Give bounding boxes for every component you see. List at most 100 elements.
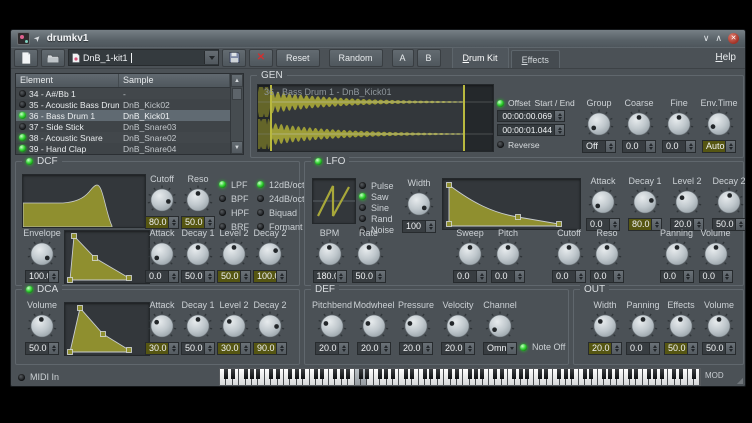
piano-key-black[interactable] xyxy=(455,369,459,379)
pitchbend-knob[interactable] xyxy=(317,311,347,341)
dca-led[interactable] xyxy=(26,286,33,293)
piano-key-black[interactable] xyxy=(480,369,484,379)
piano-key-black[interactable] xyxy=(365,369,369,379)
piano-key-black[interactable] xyxy=(660,369,664,379)
piano-key-black[interactable] xyxy=(564,369,568,379)
piano-key-black[interactable] xyxy=(301,369,305,379)
piano-key-black[interactable] xyxy=(589,369,593,379)
envelope-knob[interactable] xyxy=(27,239,57,269)
scroll-thumb[interactable] xyxy=(232,88,242,100)
piano-key-black[interactable] xyxy=(410,369,414,379)
env-time-knob[interactable] xyxy=(704,109,734,139)
radio-saw[interactable]: Saw xyxy=(359,191,394,202)
piano-key-black[interactable] xyxy=(634,369,638,379)
pitch-spinbox[interactable]: 0.0 xyxy=(491,270,525,283)
spin-buttons[interactable] xyxy=(168,271,178,282)
piano-key-black[interactable] xyxy=(314,369,318,379)
spin-buttons[interactable] xyxy=(240,271,250,282)
radio-hpf[interactable]: HPF xyxy=(219,207,249,218)
cutoff-spinbox[interactable]: 0.0 xyxy=(552,270,586,283)
element-list-scrollbar[interactable]: ▲ ▼ xyxy=(230,74,243,154)
volume-spinbox[interactable]: 50.0 xyxy=(702,342,736,355)
element-row[interactable]: 36 - Bass Drum 1DnB_Kick01 xyxy=(16,110,230,121)
piano-key-black[interactable] xyxy=(346,369,350,379)
bpm-spinbox[interactable]: 180.0 xyxy=(313,270,347,283)
delete-preset-button[interactable]: ✕ xyxy=(249,49,273,67)
scroll-down-icon[interactable]: ▼ xyxy=(231,141,243,154)
piano-key-black[interactable] xyxy=(333,369,337,379)
effects-spinbox[interactable]: 50.0 xyxy=(664,342,698,355)
spin-buttons[interactable] xyxy=(48,343,58,354)
level-2-spinbox[interactable]: 30.0 xyxy=(217,342,251,355)
spin-buttons[interactable] xyxy=(336,271,346,282)
spin-buttons[interactable] xyxy=(204,343,214,354)
piano-key-black[interactable] xyxy=(647,369,651,379)
rate-spinbox[interactable]: 50.0 xyxy=(352,270,386,283)
velocity-spinbox[interactable]: 20.0 xyxy=(441,342,475,355)
piano-key-black[interactable] xyxy=(500,369,504,379)
compare-a-button[interactable]: A xyxy=(392,49,414,67)
titlebar[interactable]: ➤ drumkv1 ∨ ∧ ✕ xyxy=(11,30,745,48)
piano-key-black[interactable] xyxy=(391,369,395,379)
spin-buttons[interactable] xyxy=(464,343,474,354)
spin-buttons[interactable] xyxy=(687,343,697,354)
close-button[interactable]: ✕ xyxy=(728,33,739,44)
piano-key-black[interactable] xyxy=(231,369,235,379)
spin-buttons[interactable] xyxy=(380,343,390,354)
spin-buttons[interactable] xyxy=(725,141,735,152)
piano-key-black[interactable] xyxy=(224,369,228,379)
reverse-checkbox[interactable] xyxy=(497,141,504,148)
piano-key-black[interactable] xyxy=(404,369,408,379)
modwheel-spinbox[interactable]: 20.0 xyxy=(357,342,391,355)
radio-pulse[interactable]: Pulse xyxy=(359,180,394,191)
effects-knob[interactable] xyxy=(666,311,696,341)
spin-buttons[interactable] xyxy=(605,141,615,152)
piano-key-black[interactable] xyxy=(583,369,587,379)
piano-key-black[interactable] xyxy=(244,369,248,379)
volume-knob[interactable] xyxy=(27,311,57,341)
radio-biquad[interactable]: Biquad xyxy=(257,207,305,218)
pressure-knob[interactable] xyxy=(401,311,431,341)
sweep-spinbox[interactable]: 0.0 xyxy=(453,270,487,283)
tab-drum-kit[interactable]: Drum Kit xyxy=(452,47,509,68)
piano-key-black[interactable] xyxy=(493,369,497,379)
attack-knob[interactable] xyxy=(588,187,618,217)
waveform-display[interactable]: 36 - Bass Drum 1 - DnB_Kick01 xyxy=(257,84,494,152)
panning-spinbox[interactable]: 0.0 xyxy=(660,270,694,283)
piano-key-black[interactable] xyxy=(602,369,606,379)
help-menu[interactable]: Help xyxy=(715,52,736,63)
piano-key-black[interactable] xyxy=(519,369,523,379)
level-2-knob[interactable] xyxy=(219,239,249,269)
piano-key-black[interactable] xyxy=(340,369,344,379)
level-2-knob[interactable] xyxy=(672,187,702,217)
spin-buttons[interactable] xyxy=(204,271,214,282)
panning-knob[interactable] xyxy=(628,311,658,341)
lfo-led[interactable] xyxy=(315,158,322,165)
random-button[interactable]: Random xyxy=(329,49,383,67)
spin-buttons[interactable] xyxy=(611,343,621,354)
spin-buttons[interactable] xyxy=(514,271,524,282)
velocity-knob[interactable] xyxy=(443,311,473,341)
piano-key-black[interactable] xyxy=(320,369,324,379)
piano-key-black[interactable] xyxy=(384,369,388,379)
width-spinbox[interactable]: 100 xyxy=(402,220,436,233)
element-row[interactable]: 39 - Hand ClapDnB_Snare04 xyxy=(16,143,230,154)
spin-buttons[interactable] xyxy=(685,141,695,152)
piano-key-black[interactable] xyxy=(570,369,574,379)
dca-envelope-display[interactable] xyxy=(64,302,150,356)
reso-knob[interactable] xyxy=(592,239,622,269)
dcf-led[interactable] xyxy=(26,158,33,165)
spin-buttons[interactable] xyxy=(422,343,432,354)
dcf-envelope-display[interactable] xyxy=(64,230,150,284)
volume-knob[interactable] xyxy=(704,311,734,341)
spin-buttons[interactable] xyxy=(683,271,693,282)
group-knob[interactable] xyxy=(584,109,614,139)
spin-buttons[interactable] xyxy=(649,343,659,354)
radio-24db-oct[interactable]: 24dB/oct xyxy=(257,193,305,204)
piano-key-black[interactable] xyxy=(672,369,676,379)
envelope-spinbox[interactable]: 100.0 xyxy=(25,270,59,283)
attack-spinbox[interactable]: 0.0 xyxy=(145,270,179,283)
open-preset-button[interactable] xyxy=(41,49,65,67)
level-2-spinbox[interactable]: 50.0 xyxy=(217,270,251,283)
volume-spinbox[interactable]: 0.0 xyxy=(699,270,733,283)
